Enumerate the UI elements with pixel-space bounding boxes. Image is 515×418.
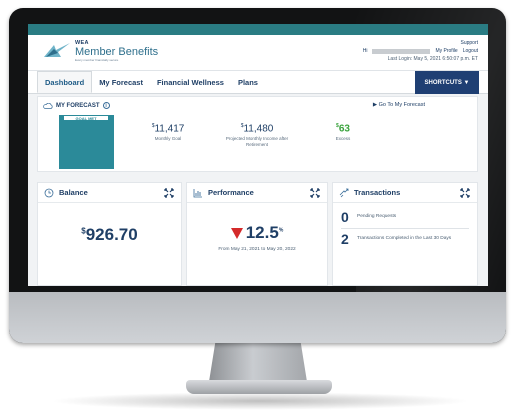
last-login: Last Login: May 5, 2021 6:50:07 p.m. ET [387, 56, 478, 62]
projected-income-metric: $11,480 Projected Monthly Income after R… [224, 123, 290, 148]
main-nav: Dashboard My Forecast Financial Wellness… [28, 70, 488, 94]
header-account: Support Hi My Profile Logout Last Login:… [363, 39, 478, 63]
tab-plans[interactable]: Plans [231, 71, 265, 93]
projected-income-value: 11,480 [243, 123, 274, 135]
transfer-icon [339, 188, 349, 197]
expand-icon[interactable] [460, 188, 470, 198]
monthly-goal-metric: $11,417 Monthly Goal [138, 123, 198, 142]
monitor-chin [9, 292, 506, 343]
tab-my-forecast[interactable]: My Forecast [92, 71, 150, 93]
logo-tagline: Every member financially secure [75, 57, 119, 62]
expand-icon[interactable] [310, 188, 320, 198]
redacted-username [372, 48, 431, 54]
shortcuts-button[interactable]: SHORTCUTS ▼ [415, 71, 479, 94]
transactions-title: Transactions [354, 188, 401, 197]
monthly-goal-value: 11,417 [154, 123, 185, 135]
performance-range: From May 21, 2021 to May 20, 2022 [218, 247, 296, 252]
performance-value: 12.5% [187, 223, 327, 243]
wea-logo[interactable]: WEA Member Benefits Every member financi… [42, 40, 159, 62]
balance-title: Balance [59, 188, 88, 197]
completed-transactions-row[interactable]: 2 Transactions Completed in the Last 30 … [341, 231, 471, 247]
goal-met-badge: GOAL MET [63, 115, 109, 121]
down-arrow-icon [230, 227, 243, 239]
performance-card: Performance 12.5% From May 21, 2021 to M… [186, 182, 328, 286]
performance-title: Performance [208, 188, 254, 197]
divider [341, 228, 469, 229]
excess-value: 63 [338, 123, 350, 135]
balance-value: $926.70 [38, 225, 181, 245]
tab-financial-wellness[interactable]: Financial Wellness [150, 71, 231, 93]
pending-requests-label: Pending Requests [357, 213, 397, 219]
go-to-forecast-link[interactable]: ▶ Go To My Forecast [373, 102, 425, 108]
pending-requests-count: 0 [341, 209, 349, 225]
logout-link[interactable]: Logout [463, 48, 478, 54]
balance-card: Balance $926.70 [37, 182, 182, 286]
performance-amount: 12.5 [245, 223, 279, 242]
goal-card: GOAL MET [59, 115, 114, 169]
pending-requests-row[interactable]: 0 Pending Requests [341, 209, 471, 225]
projected-income-label: Projected Monthly Income after Retiremen… [225, 136, 289, 147]
info-icon[interactable]: i [102, 102, 110, 109]
logo-name: Member Benefits [75, 45, 159, 58]
cloud-icon [43, 102, 53, 109]
my-profile-link[interactable]: My Profile [435, 48, 457, 54]
forecast-title-text: MY FORECAST [56, 102, 100, 109]
monthly-goal-label: Monthly Goal [154, 136, 182, 142]
support-link[interactable]: Support [460, 40, 478, 46]
site-header: WEA Member Benefits Every member financi… [28, 35, 488, 70]
tab-dashboard[interactable]: Dashboard [37, 71, 93, 93]
clock-icon [44, 188, 54, 197]
bar-chart-icon [193, 188, 202, 197]
balance-amount: 926.70 [85, 225, 138, 244]
percent-unit: % [278, 227, 284, 234]
screen: WEA Member Benefits Every member financi… [28, 24, 488, 286]
star-logo-icon [44, 43, 70, 57]
forecast-panel: MY FORECAST i ▶ Go To My Forecast GOAL M… [37, 96, 478, 172]
desk-shadow [50, 392, 470, 410]
expand-icon[interactable] [164, 188, 174, 198]
completed-transactions-label: Transactions Completed in the Last 30 Da… [357, 235, 452, 241]
greeting: Hi [362, 48, 368, 54]
excess-metric: $63 Excess [323, 123, 363, 142]
completed-transactions-count: 2 [341, 231, 349, 247]
monitor-stand-base [186, 380, 332, 394]
excess-label: Excess [335, 136, 351, 142]
transactions-card: Transactions 0 Pending Requests 2 Transa… [332, 182, 478, 286]
forecast-title: MY FORECAST i [43, 102, 110, 109]
